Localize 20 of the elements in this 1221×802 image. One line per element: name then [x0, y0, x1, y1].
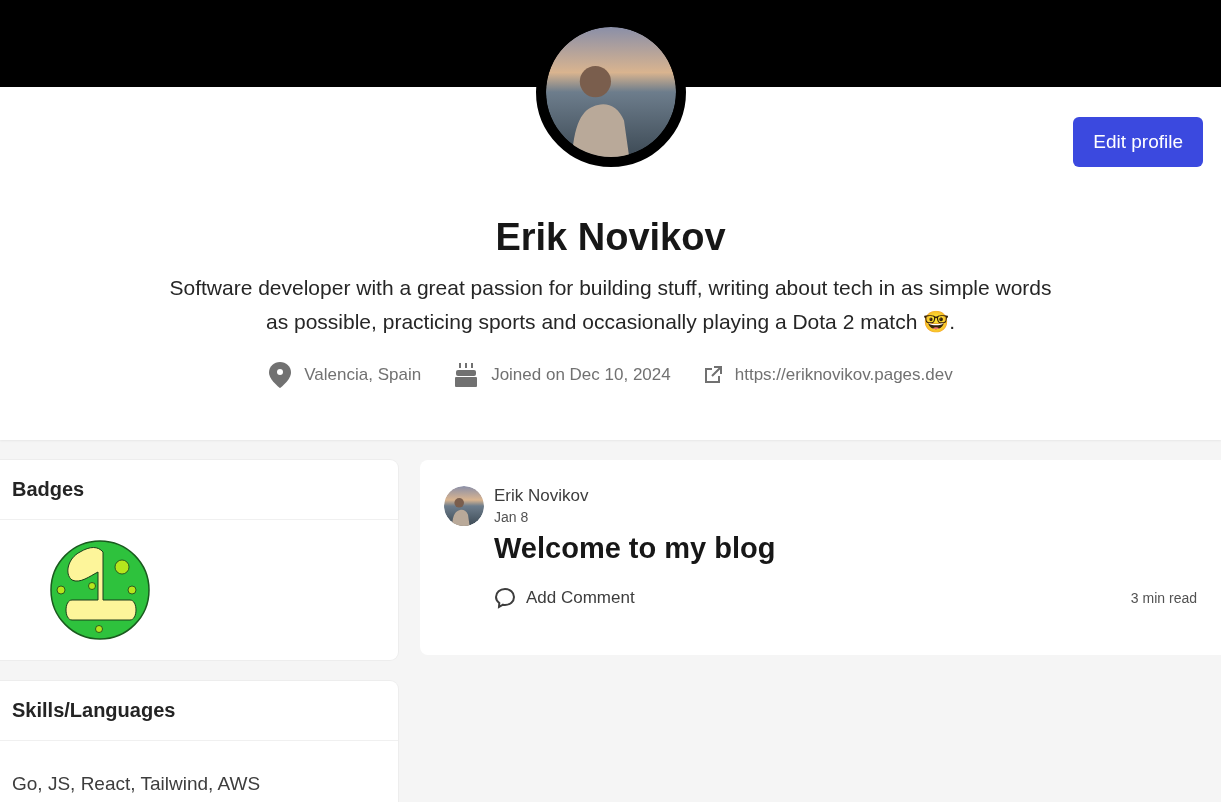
read-time: 3 min read — [1130, 590, 1197, 606]
card-title: Badges — [0, 460, 398, 520]
cake-icon — [453, 362, 480, 388]
location-text: Valencia, Spain — [304, 365, 422, 385]
edit-profile-button[interactable]: Edit profile — [1073, 117, 1203, 167]
post-title[interactable]: Welcome to my blog — [494, 532, 1197, 565]
joined-date: Joined on Dec 10, 2024 — [491, 365, 671, 385]
author-avatar — [444, 486, 484, 526]
profile-bio: Software developer with a great passion for building stuff, writing about tech in as simple words as possible, practicing sports and occasionally playing a Dota 2 match 🤓. — [168, 275, 1053, 335]
author-name[interactable]: Erik Novikov — [494, 486, 589, 506]
website-link[interactable]: https://eriknovikov.pages.dev — [734, 365, 953, 385]
skills-text: Go, JS, React, Tailwind, AWS — [11, 772, 262, 796]
comment-icon — [494, 587, 516, 609]
card-title: Skills/Languages — [0, 681, 398, 741]
profile-name: Erik Novikov — [495, 215, 726, 259]
post-date: Jan 8 — [494, 509, 530, 525]
add-comment-button[interactable]: Add Comment — [494, 587, 635, 609]
badge-icon[interactable] — [50, 540, 150, 640]
external-link-icon — [702, 365, 723, 385]
location-pin-icon — [268, 361, 293, 389]
